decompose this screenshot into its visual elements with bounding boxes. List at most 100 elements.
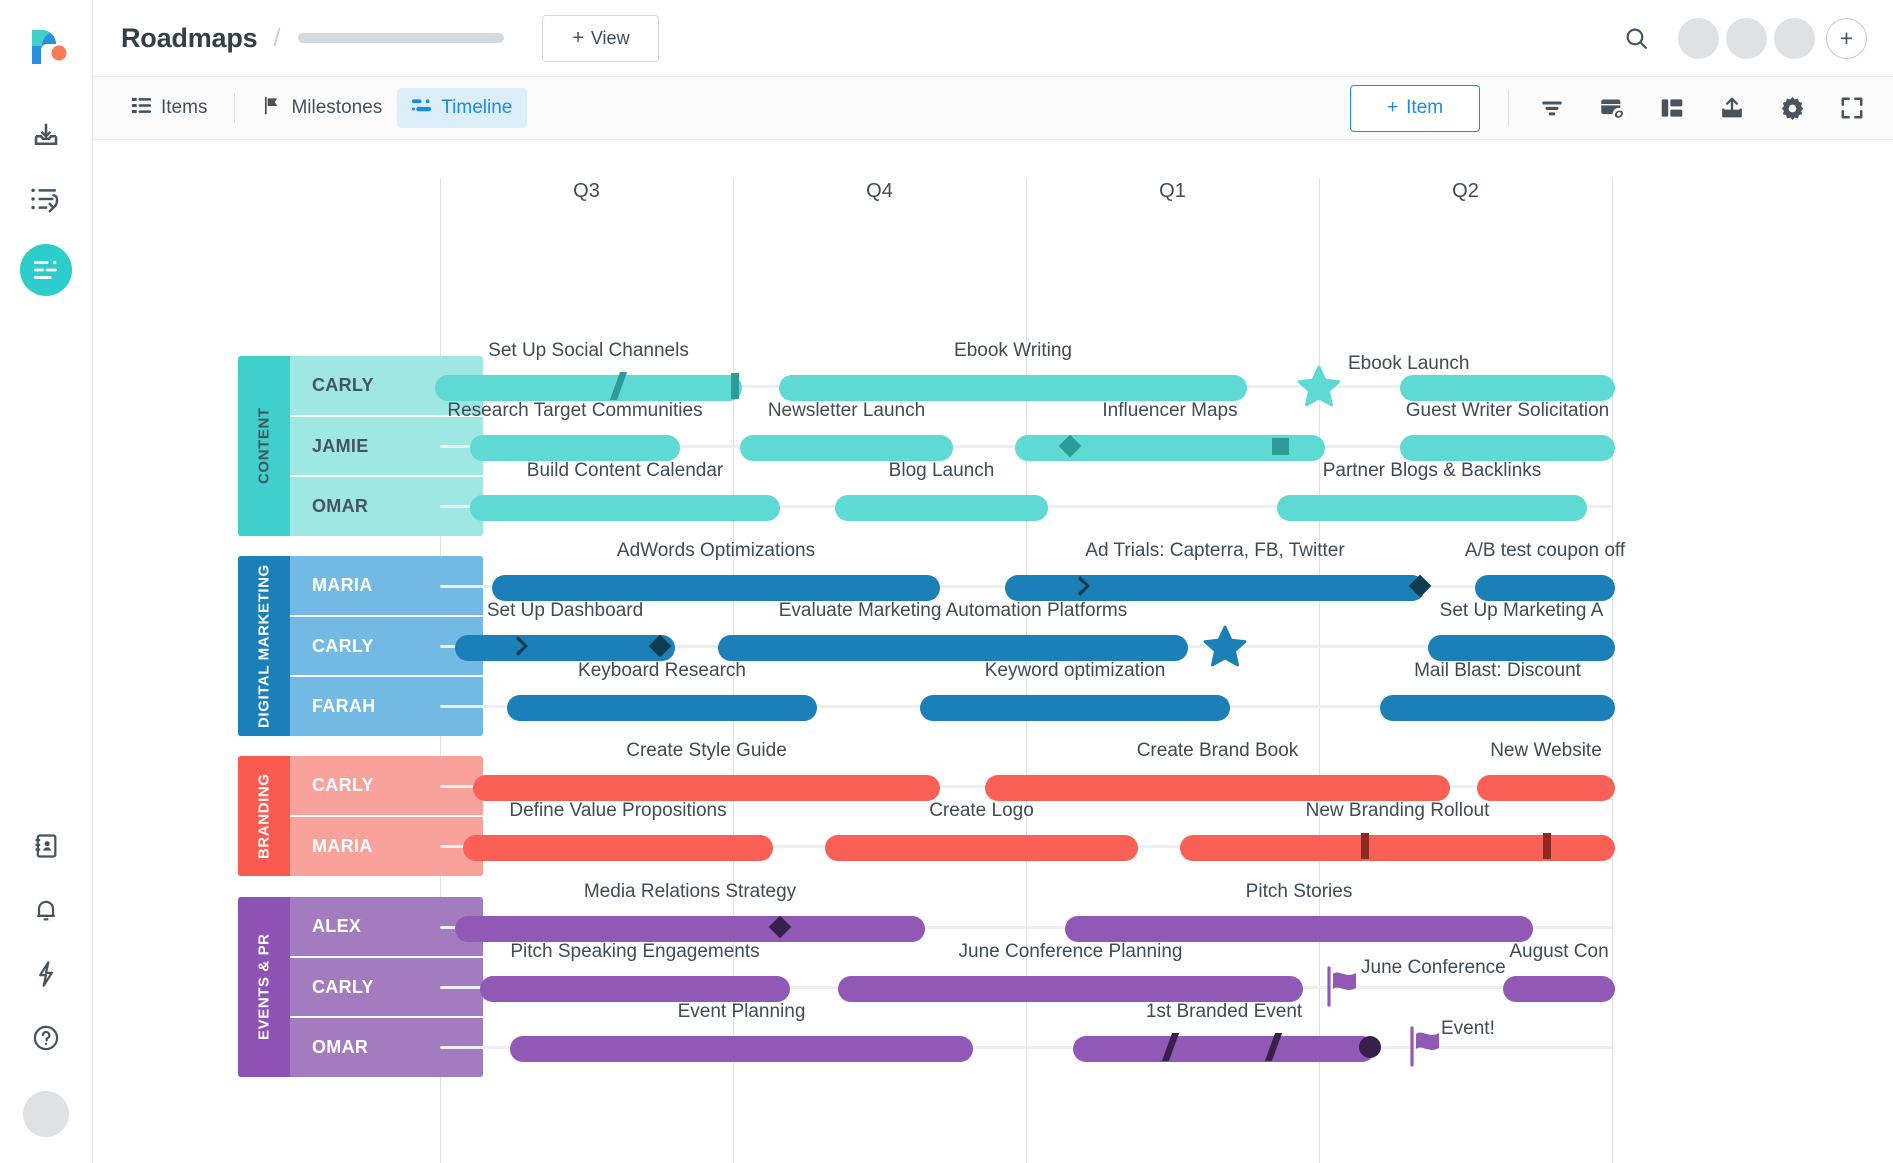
- avatar[interactable]: [1678, 18, 1719, 59]
- milestone-flag-icon[interactable]: [1326, 965, 1362, 1005]
- breadcrumb-separator: /: [273, 24, 280, 53]
- timeline-bar[interactable]: [920, 695, 1230, 721]
- timeline-bar[interactable]: [455, 635, 675, 661]
- add-member-button[interactable]: +: [1826, 18, 1867, 59]
- timeline-bar-label: Media Relations Strategy: [584, 881, 796, 903]
- avatar[interactable]: [1726, 18, 1767, 59]
- swimlane-title: BRANDING: [238, 756, 290, 876]
- quarter-label: Q1: [1159, 180, 1186, 203]
- timeline-bar-label: Guest Writer Solicitation: [1406, 400, 1609, 422]
- timeline-board[interactable]: Q3Q4Q1Q2 CONTENTCARLYJAMIEOMARDIGITAL MA…: [93, 140, 1893, 1163]
- swimlane-title: CONTENT: [238, 356, 290, 536]
- timeline-bar-label: August Con: [1509, 941, 1608, 963]
- gear-icon[interactable]: [1777, 93, 1807, 123]
- backlog-list-icon[interactable]: [23, 176, 69, 222]
- marker-bar-icon: [731, 373, 739, 399]
- timeline-bar-label: New Website: [1490, 740, 1602, 762]
- timeline-bar[interactable]: [470, 495, 780, 521]
- timeline-bar[interactable]: [1065, 916, 1533, 942]
- timeline-bar[interactable]: [1428, 635, 1615, 661]
- tab-milestones[interactable]: Milestones: [247, 88, 397, 128]
- lightning-icon[interactable]: [23, 951, 69, 997]
- tab-milestones-label: Milestones: [291, 97, 382, 119]
- layout-icon[interactable]: [1657, 93, 1687, 123]
- timeline-bar[interactable]: [1073, 1036, 1375, 1062]
- swimlane-branding[interactable]: BRANDINGCARLYMARIA: [238, 756, 483, 876]
- list-icon: [132, 96, 151, 121]
- quarter-label: Q4: [866, 180, 893, 203]
- help-circle-icon[interactable]: [23, 1015, 69, 1061]
- timeline-bar-label: Set Up Dashboard: [487, 600, 643, 622]
- timeline-bar-label: Event Planning: [678, 1001, 806, 1023]
- tab-divider: [234, 93, 235, 123]
- timeline-bar[interactable]: [510, 1036, 973, 1062]
- timeline-bar[interactable]: [463, 835, 773, 861]
- marker-square-icon: [1272, 438, 1289, 455]
- add-item-label: Item: [1406, 97, 1443, 119]
- timeline-bar[interactable]: [480, 976, 790, 1002]
- tab-timeline[interactable]: Timeline: [397, 88, 527, 128]
- marker-bar-icon: [1361, 833, 1369, 859]
- timeline-bar[interactable]: [835, 495, 1048, 521]
- timeline-bar[interactable]: [779, 375, 1247, 401]
- timeline-bar[interactable]: [435, 375, 742, 401]
- main-panel: Roadmaps / + View +: [93, 0, 1893, 1163]
- roadmunk-logo[interactable]: [22, 22, 70, 70]
- rail-bottom-group: [23, 805, 69, 1163]
- timeline-bar[interactable]: [1503, 976, 1615, 1002]
- timeline-bar-label: Ebook Writing: [954, 340, 1072, 362]
- timeline-bar-label: Keyword optimization: [985, 660, 1166, 682]
- timeline-bar-label: Ad Trials: Capterra, FB, Twitter: [1085, 540, 1344, 562]
- timeline-bar[interactable]: [825, 835, 1138, 861]
- timeline-bar[interactable]: [455, 916, 925, 942]
- upload-icon[interactable]: [1717, 93, 1747, 123]
- inbox-download-icon[interactable]: [23, 112, 69, 158]
- timeline-bar[interactable]: [507, 695, 817, 721]
- timeline-bar-label: Pitch Speaking Engagements: [510, 941, 759, 963]
- timeline-bar-label: 1st Branded Event: [1146, 1001, 1302, 1023]
- tab-items[interactable]: Items: [117, 88, 222, 128]
- quarter-divider: [1319, 178, 1320, 1163]
- timeline-bar[interactable]: [718, 635, 1188, 661]
- toolbar-icons: [1537, 93, 1867, 123]
- card-link-icon[interactable]: [1597, 93, 1627, 123]
- milestone-star-icon[interactable]: [1297, 364, 1341, 408]
- timeline-bar[interactable]: [492, 575, 940, 601]
- user-avatar[interactable]: [23, 1091, 69, 1137]
- search-icon[interactable]: [1619, 21, 1653, 55]
- timeline-bar[interactable]: [1400, 435, 1615, 461]
- fullscreen-icon[interactable]: [1837, 93, 1867, 123]
- timeline-bar[interactable]: [470, 435, 680, 461]
- timeline-bar-label: Newsletter Launch: [768, 400, 925, 422]
- timeline-bar[interactable]: [1005, 575, 1425, 601]
- timeline-bar[interactable]: [1475, 575, 1615, 601]
- timeline-bar-label: June Conference: [1361, 957, 1506, 979]
- left-rail: [0, 0, 93, 1163]
- add-view-plus-icon: +: [572, 27, 584, 50]
- timeline-bar[interactable]: [473, 775, 940, 801]
- add-item-button[interactable]: + Item: [1350, 85, 1480, 132]
- top-bar: Roadmaps / + View +: [93, 0, 1893, 77]
- avatar[interactable]: [1774, 18, 1815, 59]
- contacts-book-icon[interactable]: [23, 823, 69, 869]
- timeline-bar-label: Mail Blast: Discount: [1414, 660, 1581, 682]
- timeline-bar[interactable]: [740, 435, 953, 461]
- timeline-bar-label: Ebook Launch: [1348, 353, 1470, 375]
- timeline-bar[interactable]: [985, 775, 1450, 801]
- roadmap-active-icon[interactable]: [20, 244, 72, 296]
- timeline-bar-label: Evaluate Marketing Automation Platforms: [779, 600, 1128, 622]
- timeline-bar[interactable]: [1477, 775, 1615, 801]
- milestone-star-icon[interactable]: [1203, 624, 1247, 668]
- add-view-button[interactable]: + View: [542, 15, 659, 62]
- milestone-flag-icon[interactable]: [1409, 1025, 1445, 1065]
- bell-icon[interactable]: [23, 887, 69, 933]
- timeline-bar[interactable]: [838, 976, 1303, 1002]
- timeline-bar-label: Define Value Propositions: [509, 800, 726, 822]
- filter-icon[interactable]: [1537, 93, 1567, 123]
- timeline-bar[interactable]: [1400, 375, 1615, 401]
- timeline-bar[interactable]: [1380, 695, 1615, 721]
- timeline-bar-label: June Conference Planning: [959, 941, 1183, 963]
- quarter-label: Q3: [573, 180, 600, 203]
- timeline-bar-label: Create Logo: [929, 800, 1034, 822]
- timeline-bar[interactable]: [1277, 495, 1587, 521]
